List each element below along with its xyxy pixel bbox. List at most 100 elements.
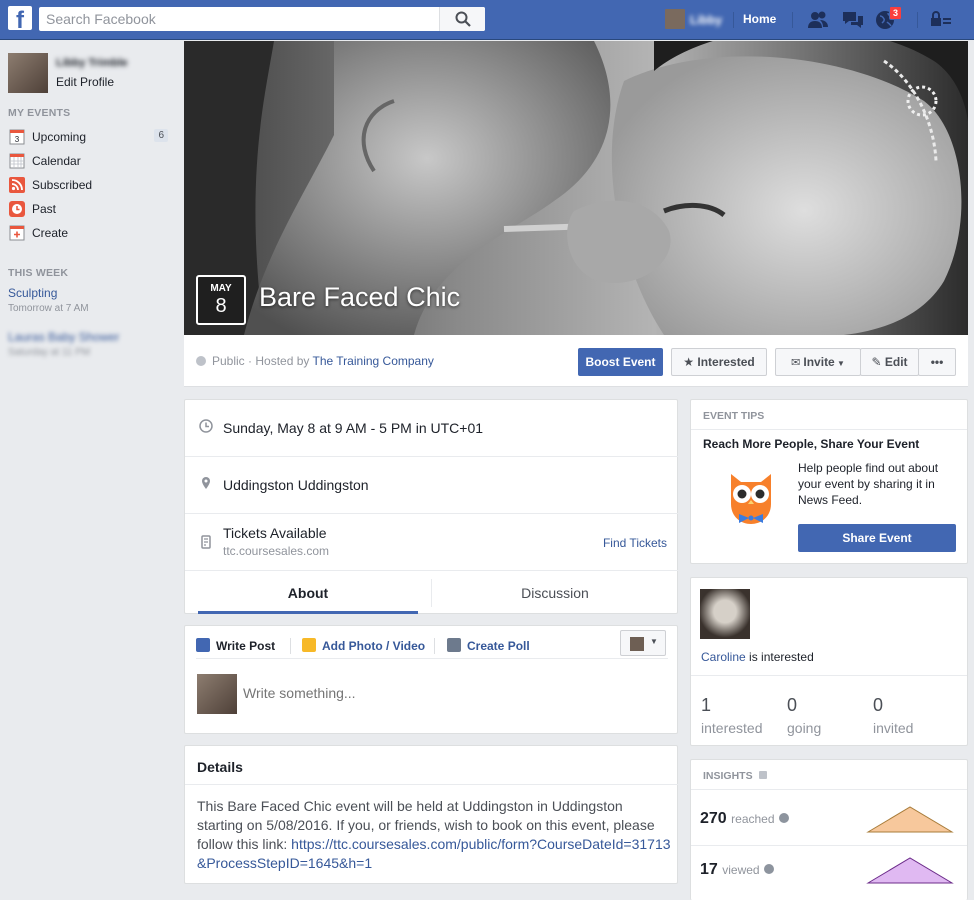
profile-name[interactable]: Libby Trimble xyxy=(56,57,128,69)
invited-count[interactable]: 0 xyxy=(873,695,883,716)
event-day: 8 xyxy=(215,295,227,317)
rss-icon xyxy=(9,177,25,193)
invited-label[interactable]: invited xyxy=(873,720,913,736)
find-tickets-link[interactable]: Find Tickets xyxy=(603,536,667,550)
divider xyxy=(290,638,291,654)
top-bar: f Libby Home 3 xyxy=(0,0,974,40)
this-week-header: THIS WEEK xyxy=(8,267,69,279)
privacy-shortcuts-icon[interactable] xyxy=(929,10,953,30)
tab-about[interactable]: About xyxy=(198,571,418,615)
insights-title: INSIGHTS xyxy=(703,770,753,782)
event-tabs: About Discussion xyxy=(185,571,679,615)
lock-icon xyxy=(758,771,767,779)
invite-button[interactable]: ✉ Invite ▼ xyxy=(775,348,861,376)
poll-icon xyxy=(447,638,461,652)
avatar xyxy=(630,637,644,651)
active-tab-indicator xyxy=(198,611,418,614)
messages-icon[interactable] xyxy=(842,10,864,30)
divider xyxy=(733,12,734,28)
interested-count[interactable]: 1 xyxy=(701,695,711,716)
pencil-icon: ✎ xyxy=(871,355,885,369)
owl-icon xyxy=(731,474,771,524)
chevron-down-icon: ▼ xyxy=(650,637,658,646)
add-photo-tab[interactable]: Add Photo / Video xyxy=(302,638,425,653)
profile-avatar[interactable] xyxy=(8,53,48,93)
nav-item-past[interactable]: Past xyxy=(8,199,168,219)
more-options-button[interactable]: ••• xyxy=(918,348,956,376)
create-poll-tab[interactable]: Create Poll xyxy=(447,638,530,653)
event-tips-header: EVENT TIPS xyxy=(703,410,765,422)
globe-icon xyxy=(196,356,206,366)
reached-label: reached xyxy=(731,812,775,826)
week-event-link[interactable]: Lauras Baby Shower xyxy=(8,330,119,344)
viewed-sparkline xyxy=(866,857,954,884)
nav-item-upcoming[interactable]: 3 Upcoming 6 xyxy=(8,127,168,147)
event-title: Bare Faced Chic xyxy=(259,282,461,312)
share-event-button[interactable]: Share Event xyxy=(798,524,956,552)
tickets-url[interactable]: ttc.coursesales.com xyxy=(223,544,329,558)
user-avatar[interactable] xyxy=(665,9,685,29)
user-name[interactable]: Libby xyxy=(690,13,722,27)
divider xyxy=(691,845,967,846)
write-post-tab[interactable]: Write Post xyxy=(196,638,275,653)
post-as-selector[interactable]: ▼ xyxy=(620,630,666,656)
nav-item-subscribed[interactable]: Subscribed xyxy=(8,175,168,195)
details-header: Details xyxy=(197,759,243,775)
insight-row[interactable]: 270 reached xyxy=(700,810,789,828)
edit-button[interactable]: ✎ Edit xyxy=(860,348,919,376)
calendar-grid-icon xyxy=(9,153,25,169)
guest-status: Caroline is interested xyxy=(701,650,814,664)
nav-item-label: Upcoming xyxy=(32,130,87,144)
insights-header: INSIGHTS xyxy=(703,770,767,782)
guest-avatar[interactable] xyxy=(700,589,750,639)
tab-discussion[interactable]: Discussion xyxy=(445,571,665,615)
viewed-label: viewed xyxy=(722,863,760,877)
nav-item-calendar[interactable]: Calendar xyxy=(8,151,168,171)
search-input[interactable] xyxy=(39,7,439,31)
home-link[interactable]: Home xyxy=(743,12,776,26)
star-icon: ★ xyxy=(683,355,698,369)
details-card: Details This Bare Faced Chic event will … xyxy=(184,745,679,884)
viewed-count: 17 xyxy=(700,861,718,878)
reached-count: 270 xyxy=(700,810,727,827)
search-button[interactable] xyxy=(439,7,485,31)
ticket-icon xyxy=(201,535,211,549)
envelope-icon: ✉ xyxy=(791,357,804,369)
boost-event-button[interactable]: Boost Event xyxy=(578,348,663,376)
privacy-text: Public · Hosted by xyxy=(212,354,313,368)
event-privacy: Public · Hosted by The Training Company xyxy=(196,354,434,368)
search-icon xyxy=(455,11,471,27)
week-event-link[interactable]: Sculpting xyxy=(8,286,57,300)
facebook-logo[interactable]: f xyxy=(8,6,32,30)
event-month: MAY xyxy=(210,283,232,294)
interested-button[interactable]: ★ Interested xyxy=(671,348,767,376)
divider xyxy=(691,429,967,430)
friend-requests-icon[interactable] xyxy=(807,10,829,30)
interested-label: Interested xyxy=(697,355,755,369)
write-post-label: Write Post xyxy=(216,639,276,653)
upcoming-count: 6 xyxy=(154,129,168,142)
nav-item-create[interactable]: Create xyxy=(8,223,168,243)
avatar xyxy=(197,674,237,714)
guest-name-link[interactable]: Caroline xyxy=(701,650,746,664)
divider xyxy=(196,658,668,659)
event-cover-photo[interactable]: MAY 8 Bare Faced Chic xyxy=(184,41,968,335)
nav-item-label: Calendar xyxy=(32,154,81,168)
add-photo-label: Add Photo / Video xyxy=(322,639,426,653)
interested-label[interactable]: interested xyxy=(701,720,762,736)
edit-label: Edit xyxy=(884,355,908,369)
divider xyxy=(917,12,918,28)
event-location[interactable]: Uddingston Uddingston xyxy=(223,477,369,493)
notification-badge: 3 xyxy=(889,6,903,20)
edit-profile-link[interactable]: Edit Profile xyxy=(56,75,114,89)
chevron-down-icon: ▼ xyxy=(834,359,845,368)
nav-item-label: Create xyxy=(32,226,69,240)
search-box xyxy=(39,7,485,31)
insight-row[interactable]: 17 viewed xyxy=(700,861,775,879)
going-label[interactable]: going xyxy=(787,720,821,736)
going-count[interactable]: 0 xyxy=(787,695,797,716)
left-navigation: Libby Trimble Edit Profile MY EVENTS 3 U… xyxy=(0,41,174,900)
insights-card: INSIGHTS 270 reached 17 viewed xyxy=(690,759,968,900)
host-link[interactable]: The Training Company xyxy=(313,354,434,368)
write-something-input[interactable] xyxy=(243,682,663,704)
